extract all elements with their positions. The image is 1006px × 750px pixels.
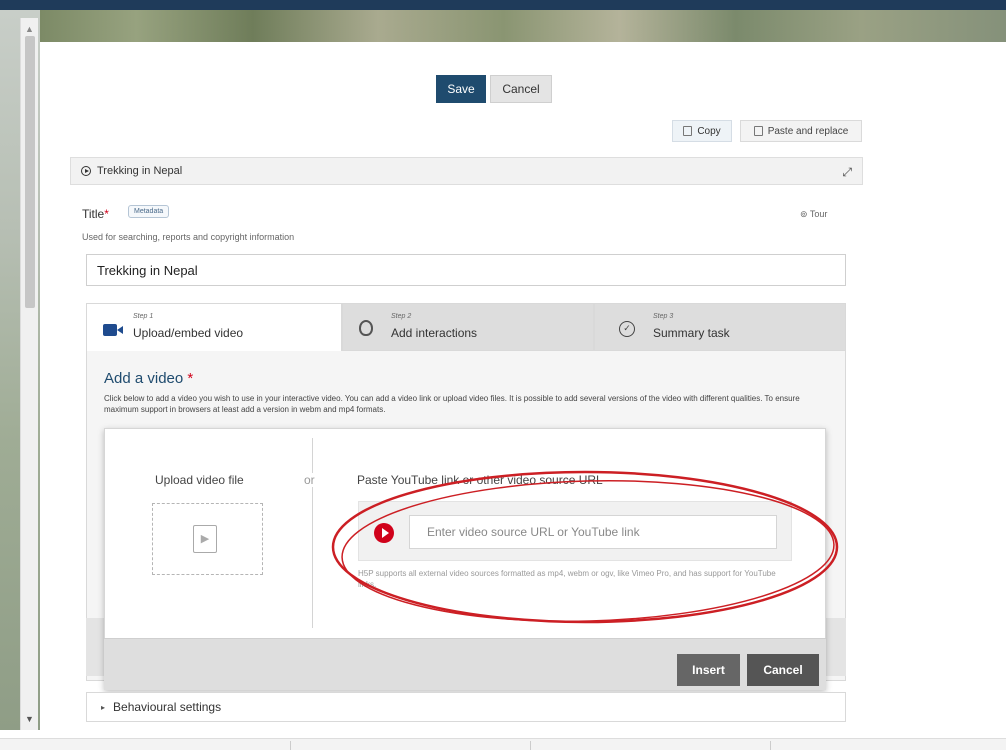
scroll-down-icon[interactable]: ▼ <box>25 714 34 724</box>
content-header[interactable]: Trekking in Nepal ⤢ <box>70 157 863 185</box>
tab-summary-task[interactable]: ✓ Step 3 Summary task <box>594 303 846 351</box>
tab-step: Step 1 <box>133 313 154 320</box>
check-circle-icon: ✓ <box>619 321 635 337</box>
step-tabs: Step 1 Upload/embed video Step 2 Add int… <box>86 303 846 351</box>
paste-replace-button[interactable]: Paste and replace <box>740 120 862 142</box>
content-title: Trekking in Nepal <box>97 165 183 177</box>
play-circle-icon <box>81 166 91 176</box>
copy-icon <box>683 126 693 136</box>
behavioural-settings-label: Behavioural settings <box>113 700 222 714</box>
taskbar-divider <box>770 741 771 750</box>
upload-video-label: Upload video file <box>155 473 244 487</box>
scroll-up-icon[interactable]: ▲ <box>25 24 34 34</box>
title-label: Title* <box>82 207 109 221</box>
caret-right-icon: ▸ <box>101 702 106 712</box>
add-video-description: Click below to add a video you wish to u… <box>104 394 800 414</box>
behavioural-settings-toggle[interactable]: ▸ Behavioural settings <box>86 692 846 722</box>
upload-file-icon[interactable]: ▶ <box>193 525 217 553</box>
hand-pointer-icon <box>359 320 373 336</box>
tab-label: Add interactions <box>391 326 478 340</box>
tab-add-interactions[interactable]: Step 2 Add interactions <box>342 303 594 351</box>
required-mark: * <box>187 370 194 387</box>
title-description: Used for searching, reports and copyrigh… <box>82 232 295 242</box>
tab-step: Step 2 <box>391 313 412 320</box>
cancel-button[interactable]: Cancel <box>490 75 552 103</box>
paste-icon <box>753 126 763 136</box>
tab-step: Step 3 <box>653 313 674 320</box>
youtube-play-icon <box>374 523 394 543</box>
dialog-cancel-button[interactable]: Cancel <box>747 654 819 686</box>
scroll-thumb[interactable] <box>25 36 35 308</box>
paste-url-label: Paste YouTube link or other video source… <box>357 473 603 487</box>
save-button[interactable]: Save <box>436 75 486 103</box>
tab-upload-embed-video[interactable]: Step 1 Upload/embed video <box>86 303 342 351</box>
add-video-title: Add a video * <box>104 370 194 387</box>
bottom-taskbar <box>0 738 1006 750</box>
top-bar <box>0 0 1006 10</box>
paste-replace-label: Paste and replace <box>767 125 849 137</box>
required-mark: * <box>104 207 109 221</box>
tab-label: Summary task <box>653 326 730 340</box>
expand-icon[interactable]: ⤢ <box>842 165 852 180</box>
title-input[interactable]: Trekking in Nepal <box>86 254 846 286</box>
metadata-button[interactable]: Metadata <box>128 205 170 218</box>
url-support-note: H5P supports all external video sources … <box>358 569 776 589</box>
taskbar-divider <box>530 741 531 750</box>
or-label: or <box>303 473 316 487</box>
taskbar-divider <box>290 741 291 750</box>
dialog-divider <box>312 438 313 628</box>
video-url-input[interactable] <box>409 515 777 549</box>
header-banner-image <box>40 10 1006 42</box>
video-camera-icon <box>103 324 123 336</box>
tour-link[interactable]: ⊚ Tour <box>800 209 827 220</box>
tab-label: Upload/embed video <box>133 326 244 340</box>
page-scrollbar[interactable]: ▲ ▼ <box>20 18 38 730</box>
copy-label: Copy <box>697 125 721 137</box>
copy-button[interactable]: Copy <box>672 120 732 142</box>
insert-button[interactable]: Insert <box>677 654 740 686</box>
